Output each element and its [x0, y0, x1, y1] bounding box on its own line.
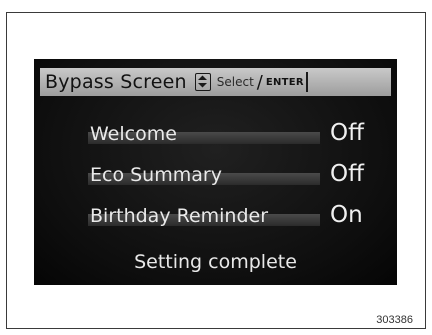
select-hint: Select: [216, 75, 254, 89]
screen-title: Bypass Screen: [45, 71, 187, 93]
setting-label: Eco Summary: [90, 164, 222, 186]
header-bar: Bypass Screen Select / ENTER: [40, 68, 391, 96]
setting-row-welcome[interactable]: Welcome Off: [34, 120, 397, 153]
up-down-arrow-icon[interactable]: [194, 73, 211, 91]
status-message: Setting complete: [134, 251, 297, 273]
setting-label: Welcome: [90, 123, 177, 145]
setting-row-eco-summary[interactable]: Eco Summary Off: [34, 161, 397, 194]
setting-value[interactable]: Off: [330, 120, 364, 146]
separator: /: [256, 71, 263, 93]
setting-value[interactable]: Off: [330, 161, 364, 187]
setting-label: Birthday Reminder: [90, 205, 269, 227]
display-screen: Bypass Screen Select / ENTER Welcome Off…: [34, 59, 397, 285]
figure-code: 303386: [376, 314, 413, 326]
figure-frame: Bypass Screen Select / ENTER Welcome Off…: [6, 12, 426, 329]
setting-value[interactable]: On: [330, 202, 363, 228]
setting-row-birthday-reminder[interactable]: Birthday Reminder On: [34, 202, 397, 235]
enter-hint[interactable]: ENTER: [266, 77, 304, 88]
header-end-bar: [305, 72, 308, 92]
